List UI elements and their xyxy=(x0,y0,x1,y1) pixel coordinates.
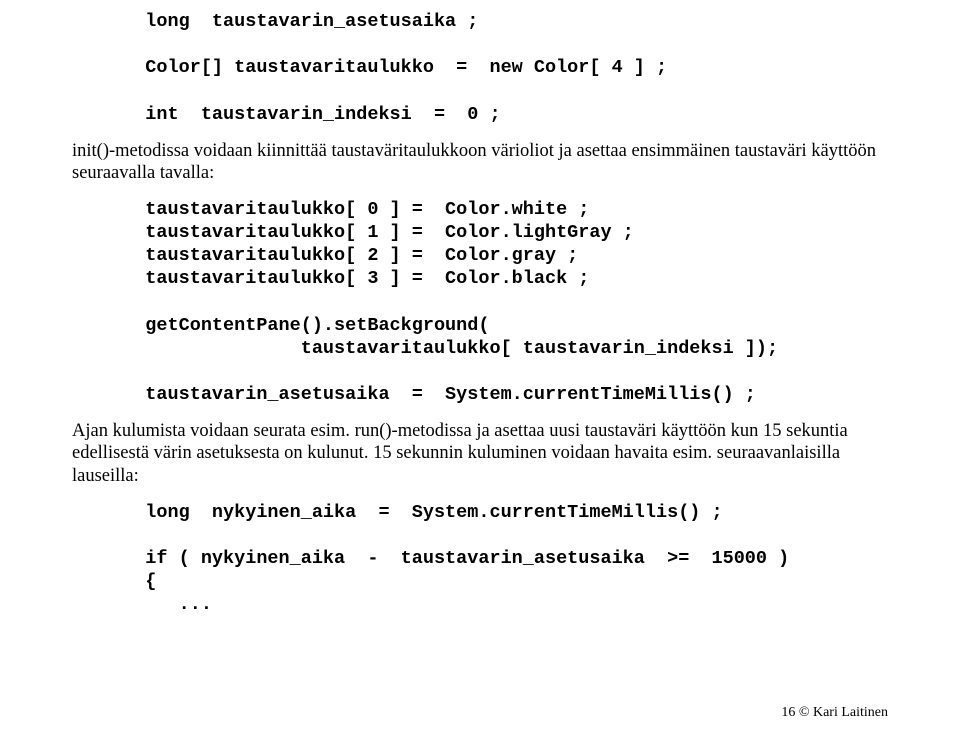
paragraph-1: init()-metodissa voidaan kiinnittää taus… xyxy=(72,140,888,184)
code-block-2: taustavaritaulukko[ 0 ] = Color.white ; … xyxy=(72,198,888,406)
code-block-1: long taustavarin_asetusaika ; Color[] ta… xyxy=(72,10,888,126)
code-block-3: long nykyinen_aika = System.currentTimeM… xyxy=(72,501,888,617)
page-footer: 16 © Kari Laitinen xyxy=(781,705,888,721)
document-page: long taustavarin_asetusaika ; Color[] ta… xyxy=(0,0,960,640)
paragraph-2: Ajan kulumista voidaan seurata esim. run… xyxy=(72,420,888,487)
